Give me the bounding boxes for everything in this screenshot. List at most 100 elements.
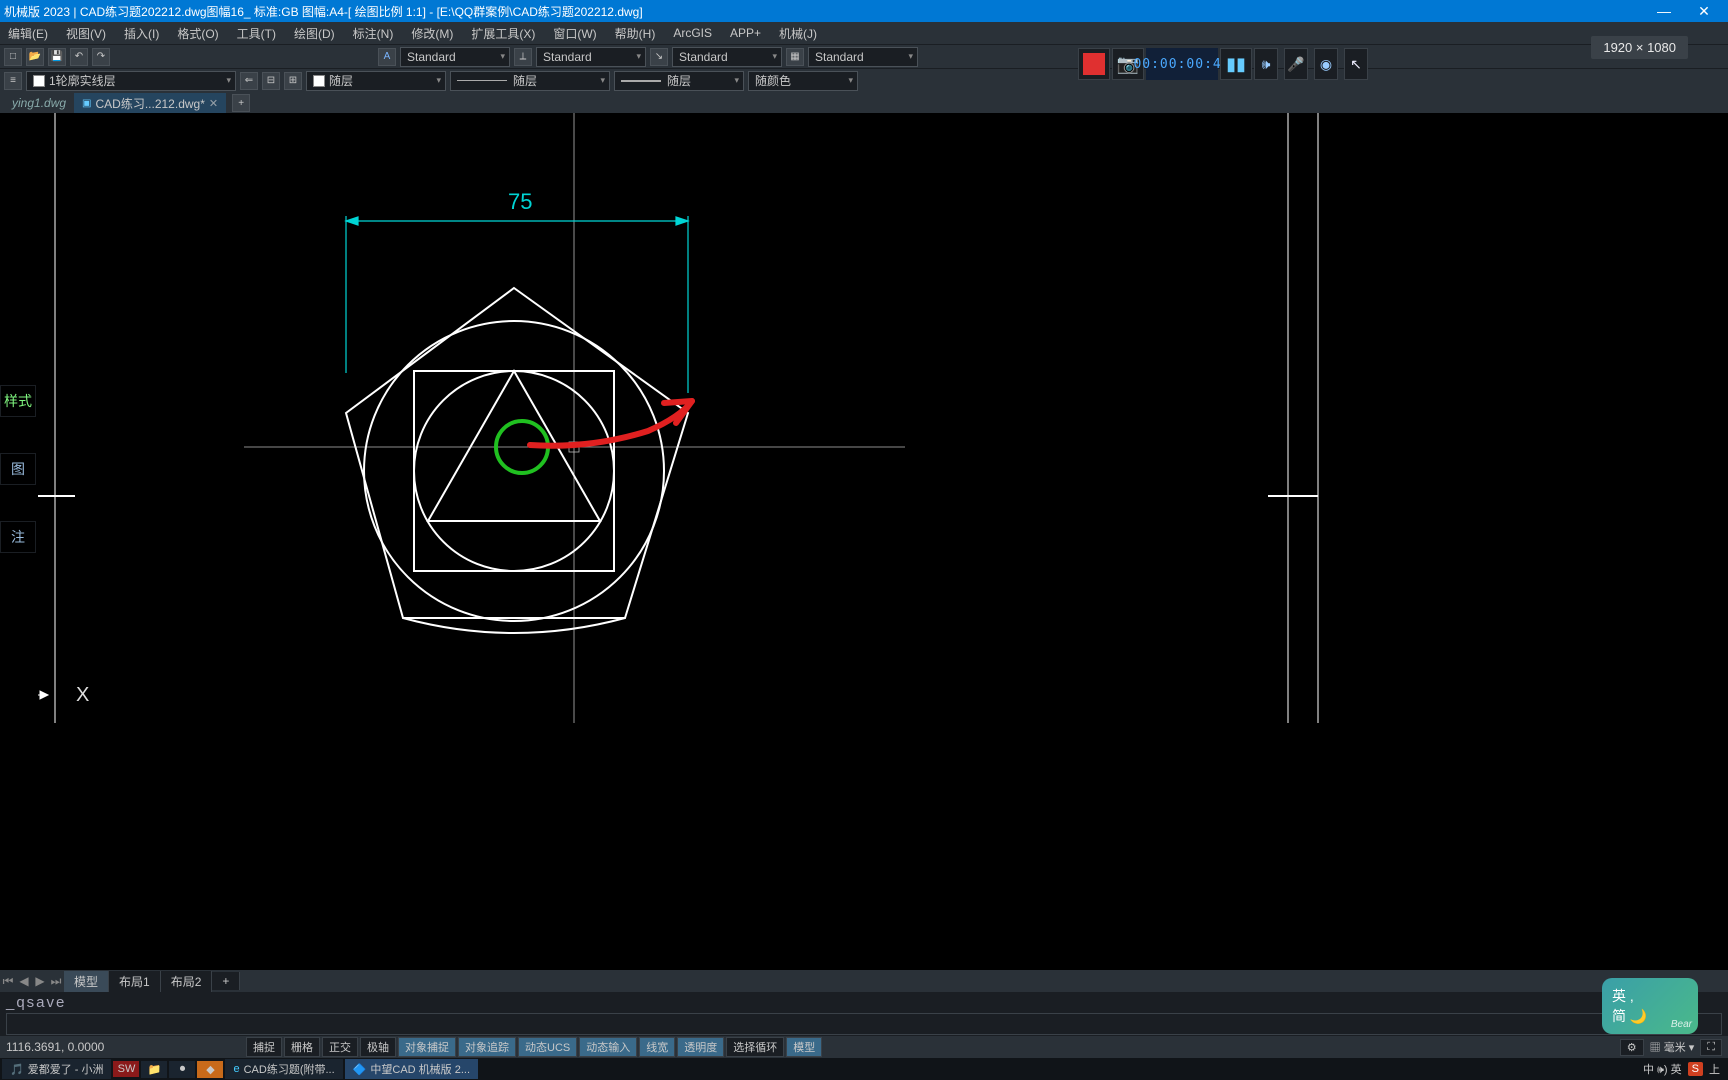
doc-tab-2-active[interactable]: ▣ CAD练习...212.dwg* ✕ — [74, 93, 226, 114]
statusbar: 1116.3691, 0.0000 捕捉 栅格 正交 极轴 对象捕捉 对象追踪 … — [0, 1036, 1728, 1058]
menu-window[interactable]: 窗口(W) — [547, 23, 602, 44]
status-cycle[interactable]: 选择循环 — [726, 1037, 784, 1057]
new-tab-button[interactable]: + — [232, 94, 250, 112]
status-grid[interactable]: 栅格 — [284, 1037, 320, 1057]
task-sw[interactable]: SW — [113, 1061, 139, 1077]
menu-view[interactable]: 视图(V) — [60, 23, 112, 44]
layout-tab-2[interactable]: 布局2 — [161, 971, 213, 992]
mic-icon[interactable]: 🎤 — [1284, 48, 1308, 80]
layout-tab-model[interactable]: 模型 — [64, 971, 109, 992]
color-swatch — [313, 75, 325, 87]
mleaderstyle-combo[interactable]: Standard — [672, 47, 782, 67]
tablestyle-combo[interactable]: Standard — [808, 47, 918, 67]
dimstyle-combo[interactable]: Standard — [536, 47, 646, 67]
menu-format[interactable]: 格式(O) — [171, 23, 224, 44]
command-input[interactable] — [6, 1013, 1722, 1035]
tray-clock: 上 — [1709, 1061, 1720, 1077]
textstyle-icon[interactable]: A — [378, 48, 396, 66]
layer-icon[interactable]: ≡ — [4, 72, 22, 90]
pause-button[interactable]: ▮▮ — [1220, 48, 1252, 80]
dimstyle-icon[interactable]: ⟂ — [514, 48, 532, 66]
system-tray[interactable]: 中 🕪) 英 S 上 — [1643, 1061, 1726, 1077]
layout-tab-add[interactable]: + — [212, 972, 240, 990]
task-app[interactable]: ◆ — [197, 1061, 223, 1078]
status-gear-icon[interactable]: ⚙ — [1620, 1039, 1644, 1056]
menu-tools[interactable]: 工具(T) — [231, 23, 282, 44]
menu-edit[interactable]: 编辑(E) — [2, 23, 54, 44]
status-osnap[interactable]: 对象捕捉 — [398, 1037, 456, 1057]
tray-sogou-icon[interactable]: S — [1688, 1062, 1703, 1076]
open-icon[interactable]: 📂 — [26, 48, 44, 66]
status-trans[interactable]: 透明度 — [677, 1037, 724, 1057]
layer-combo[interactable]: 1轮廓实线层 — [26, 71, 236, 91]
mleaderstyle-icon[interactable]: ↘ — [650, 48, 668, 66]
plotstyle-combo[interactable]: 随颜色 — [748, 71, 858, 91]
close-button[interactable]: ✕ — [1684, 3, 1724, 20]
layerprev-icon[interactable]: ⇐ — [240, 72, 258, 90]
textstyle-combo[interactable]: Standard — [400, 47, 510, 67]
menu-mechanical[interactable]: 机械(J) — [773, 23, 823, 44]
task-music[interactable]: 🎵 爱都爱了 - 小洲 — [2, 1059, 111, 1079]
cursor-icon[interactable]: ↖ — [1344, 48, 1368, 80]
status-ortho[interactable]: 正交 — [322, 1037, 358, 1057]
close-tab-icon[interactable]: ✕ — [209, 97, 218, 110]
layeriso-icon[interactable]: ⊟ — [262, 72, 280, 90]
drawing-canvas[interactable]: 75 X — [0, 113, 1728, 970]
command-area: _qsave — [0, 992, 1728, 1036]
dwg-icon: ▣ — [82, 98, 91, 109]
layout-tab-1[interactable]: 布局1 — [109, 971, 161, 992]
doc-tab-1[interactable]: ying1.dwg — [4, 94, 74, 112]
task-zwcad[interactable]: 🔷 中望CAD 机械版 2... — [345, 1059, 478, 1079]
layout-prev-icon[interactable]: ◀ — [16, 974, 32, 988]
layout-first-icon[interactable]: ⏮ — [0, 974, 16, 989]
undo-icon[interactable]: ↶ — [70, 48, 88, 66]
ime-float[interactable]: 英 , 简 🌙 Bear — [1602, 978, 1698, 1034]
layermatch-icon[interactable]: ⊞ — [284, 72, 302, 90]
palette-styles[interactable]: 样式 — [0, 385, 36, 417]
menu-help[interactable]: 帮助(H) — [609, 23, 662, 44]
menu-arcgis[interactable]: ArcGIS — [667, 24, 718, 42]
redo-icon[interactable]: ↷ — [92, 48, 110, 66]
status-lwt[interactable]: 线宽 — [639, 1037, 675, 1057]
speaker-icon[interactable]: 🕪 — [1254, 48, 1278, 80]
toolbar-layers: ≡ 1轮廓实线层 ⇐ ⊟ ⊞ 随层 随层 随层 随颜色 — [0, 68, 1728, 92]
task-rec[interactable]: ⏺ — [169, 1061, 195, 1078]
layout-next-icon[interactable]: ▶ — [32, 974, 48, 988]
status-otrack[interactable]: 对象追踪 — [458, 1037, 516, 1057]
task-edge[interactable]: e CAD练习题(附带... — [225, 1059, 342, 1079]
status-dyn[interactable]: 动态输入 — [579, 1037, 637, 1057]
palette-annot[interactable]: 注 — [0, 521, 36, 553]
menu-exttools[interactable]: 扩展工具(X) — [465, 23, 541, 44]
minimize-button[interactable]: — — [1644, 3, 1684, 19]
status-expand-icon[interactable]: ⛶ — [1700, 1039, 1722, 1056]
command-history: _qsave — [6, 994, 1722, 1011]
recorder-panel: 📷 00:00:00:47 ▮▮ 🕪 🎤 ◉ ↖ — [1078, 44, 1368, 84]
layout-tabs: ⏮ ◀ ▶ ⏭ 模型 布局1 布局2 + — [0, 970, 1728, 992]
record-stop-button[interactable] — [1078, 48, 1110, 80]
color-combo[interactable]: 随层 — [306, 71, 446, 91]
status-model[interactable]: 模型 — [786, 1037, 822, 1057]
tablestyle-icon[interactable]: ▦ — [786, 48, 804, 66]
new-icon[interactable]: □ — [4, 48, 22, 66]
menu-dimension[interactable]: 标注(N) — [347, 23, 400, 44]
menu-draw[interactable]: 绘图(D) — [288, 23, 341, 44]
linetype-combo[interactable]: 随层 — [450, 71, 610, 91]
menu-modify[interactable]: 修改(M) — [405, 23, 459, 44]
coordinates: 1116.3691, 0.0000 — [6, 1040, 186, 1054]
status-ducs[interactable]: 动态UCS — [518, 1037, 577, 1057]
linetype-preview — [457, 80, 507, 81]
lineweight-combo[interactable]: 随层 — [614, 71, 744, 91]
palette-block[interactable]: 图 — [0, 453, 36, 485]
save-icon[interactable]: 💾 — [48, 48, 66, 66]
status-polar[interactable]: 极轴 — [360, 1037, 396, 1057]
layout-last-icon[interactable]: ⏭ — [48, 974, 64, 989]
tray-ime[interactable]: 中 🕪) 英 — [1643, 1061, 1682, 1077]
webcam-icon[interactable]: ◉ — [1314, 48, 1338, 80]
menu-insert[interactable]: 插入(I) — [118, 23, 165, 44]
menu-appplus[interactable]: APP+ — [724, 24, 767, 42]
app-title: 机械版 2023 | CAD练习题202212.dwg图幅16_ 标准:GB 图… — [4, 3, 643, 20]
status-snap[interactable]: 捕捉 — [246, 1037, 282, 1057]
resolution-badge: 1920 × 1080 — [1591, 36, 1688, 59]
task-folder[interactable]: 📁 — [141, 1061, 167, 1078]
drawing-svg: 75 X — [0, 113, 1728, 723]
